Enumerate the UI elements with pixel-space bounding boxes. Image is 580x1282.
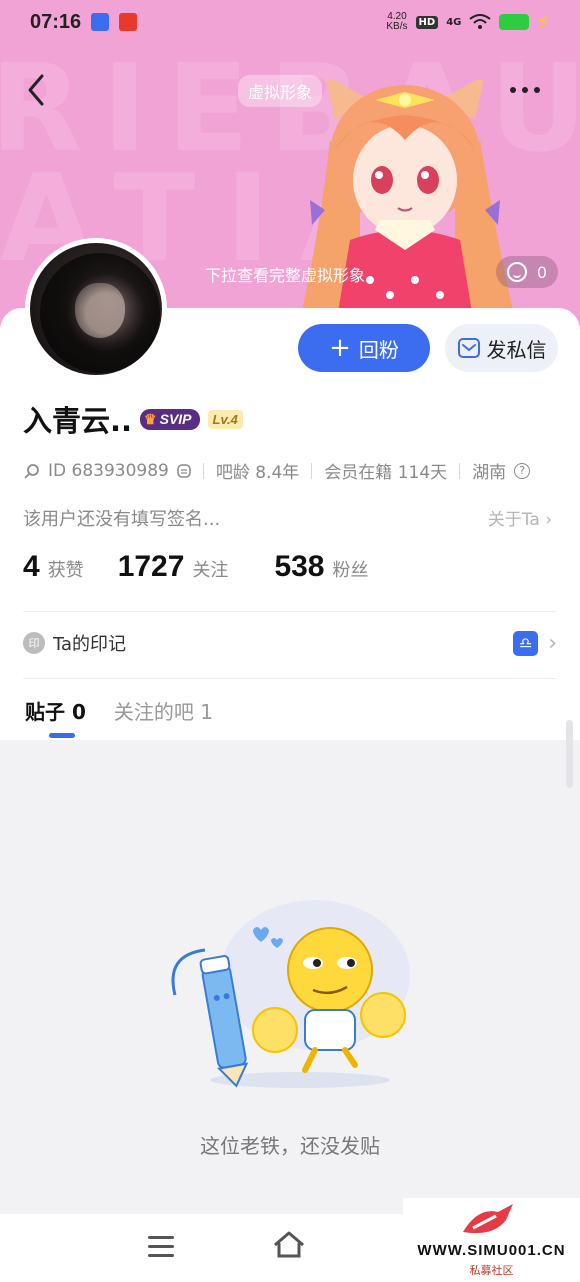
menu-icon[interactable] <box>148 1236 174 1258</box>
chevron-right-icon: › <box>548 630 557 656</box>
scrollbar[interactable] <box>566 720 573 788</box>
chevron-left-icon <box>28 74 44 106</box>
tab-indicator <box>49 733 75 738</box>
user-id[interactable]: ID 683930989 <box>48 461 169 481</box>
name-row: 入青云.. ♛ SVIP Lv.4 <box>23 398 243 440</box>
forum-age: 吧龄 8.4年 <box>215 463 300 483</box>
search-icon <box>24 463 39 479</box>
chevron-right-icon: › <box>545 510 552 530</box>
more-dot-icon <box>510 87 516 93</box>
empty-state-illustration <box>171 900 410 1088</box>
hd-badge: HD <box>415 15 439 29</box>
divider <box>23 611 557 612</box>
virtual-avatar-tag[interactable]: 虚拟形象 <box>238 75 323 107</box>
divider <box>23 678 557 679</box>
send-message-button[interactable]: 发私信 <box>445 324 558 372</box>
stats-row: 4 获赞 1727 关注 538 粉丝 <box>23 550 369 584</box>
envelope-icon <box>457 338 480 358</box>
username: 入青云.. <box>23 404 133 438</box>
stat-likes[interactable]: 4 获赞 <box>23 550 84 584</box>
pull-down-hint: 下拉查看完整虚拟形象 <box>205 266 366 285</box>
smile-icon <box>506 262 527 282</box>
svip-badge[interactable]: ♛ SVIP <box>140 408 200 430</box>
watermark-logo <box>463 1204 513 1234</box>
tab-bar: 贴子 0 关注的吧 1 <box>25 696 213 725</box>
wifi-icon <box>469 14 491 29</box>
user-info-row: ID 683930989 吧龄 8.4年 会员在籍 114天 湖南 ? <box>24 458 531 483</box>
copy-icon[interactable] <box>177 463 191 478</box>
watermark: WWW.SIMU001.CN 私募社区 <box>403 1198 580 1282</box>
crown-icon: ♛ <box>144 410 157 427</box>
location: 湖南 <box>472 463 507 483</box>
seal-icon: 印 <box>23 632 45 654</box>
notification-app-icon-2 <box>119 13 138 31</box>
avatar-like-button[interactable]: 0 <box>496 256 558 288</box>
stat-followers[interactable]: 538 粉丝 <box>274 550 368 584</box>
seal-row[interactable]: 印 Ta的印记 ♎ › <box>23 630 557 656</box>
status-time: 07:16 <box>30 10 82 33</box>
signal-icon: 4G <box>446 16 462 28</box>
more-options-button[interactable] <box>510 80 550 100</box>
follow-back-button[interactable]: + 回粉 <box>298 324 430 372</box>
notification-app-icon <box>91 13 110 31</box>
back-button[interactable] <box>22 70 52 110</box>
virtual-character-image[interactable] <box>290 80 520 330</box>
home-icon[interactable] <box>272 1230 306 1260</box>
seal-label: Ta的印记 <box>53 634 127 655</box>
battery-icon <box>499 14 530 30</box>
empty-state-text: 这位老铁，还没发贴 <box>200 1134 380 1158</box>
avatar-like-count: 0 <box>536 262 548 282</box>
charging-icon: ⚡ <box>537 11 550 33</box>
help-icon[interactable]: ? <box>514 462 531 479</box>
stat-following[interactable]: 1727 关注 <box>118 550 229 584</box>
libra-icon: ♎ <box>513 630 539 656</box>
tab-followed-forums[interactable]: 关注的吧 1 <box>114 696 213 725</box>
user-signature: 该用户还没有填写签名... <box>23 509 221 530</box>
level-badge[interactable]: Lv.4 <box>207 409 243 429</box>
plus-icon: + <box>329 333 351 363</box>
tab-posts[interactable]: 贴子 0 <box>25 696 86 725</box>
user-avatar[interactable] <box>25 238 167 380</box>
about-link[interactable]: 关于Ta › <box>488 505 552 530</box>
status-bar: 07:16 4.20 KB/s HD 4G ⚡ <box>0 0 580 44</box>
membership-duration: 会员在籍 114天 <box>324 463 448 483</box>
net-speed: 4.20 KB/s <box>386 11 408 32</box>
